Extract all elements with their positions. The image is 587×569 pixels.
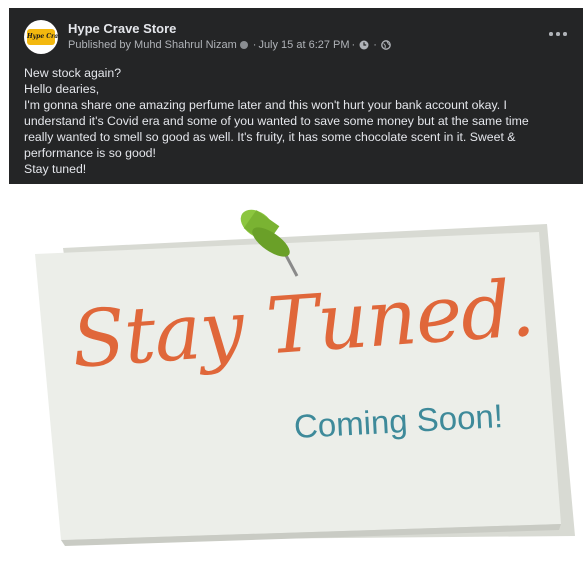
separator: ·	[373, 39, 377, 51]
post-timestamp[interactable]: July 15 at 6:27 PM	[258, 39, 349, 51]
page-avatar[interactable]: Hype Crave	[24, 20, 58, 54]
clock-icon	[359, 40, 369, 50]
more-dot-icon	[549, 32, 553, 36]
published-by-text[interactable]: Published by Muhd Shahrul Nizam	[68, 39, 237, 51]
more-dot-icon	[563, 32, 567, 36]
separator: ·	[252, 39, 257, 51]
post-text-line: I'm gonna share one amazing perfume late…	[24, 98, 507, 112]
globe-icon[interactable]	[381, 40, 391, 50]
post-text-line: performance is so good!	[24, 146, 156, 160]
more-dot-icon	[556, 32, 560, 36]
post-text-line: really wanted to smell so good as well. …	[24, 130, 516, 144]
more-options-button[interactable]	[549, 28, 569, 40]
post-text: New stock again? Hello dearies, I'm gonn…	[24, 65, 574, 177]
avatar-logo-text: Hype Crave	[27, 29, 58, 45]
post-meta: Published by Muhd Shahrul Nizam · July 1…	[68, 39, 393, 51]
post-text-line: understand it's Covid era and some of yo…	[24, 114, 529, 128]
post-text-line: Hello dearies,	[24, 82, 100, 96]
separator: ·	[351, 39, 356, 51]
post-text-line: New stock again?	[24, 66, 122, 80]
info-icon	[239, 41, 248, 49]
post-header: Hype Crave Hype Crave Store Published by…	[9, 8, 583, 66]
post-text-line: Stay tuned!	[24, 162, 87, 176]
page-name-link[interactable]: Hype Crave Store	[68, 21, 176, 36]
